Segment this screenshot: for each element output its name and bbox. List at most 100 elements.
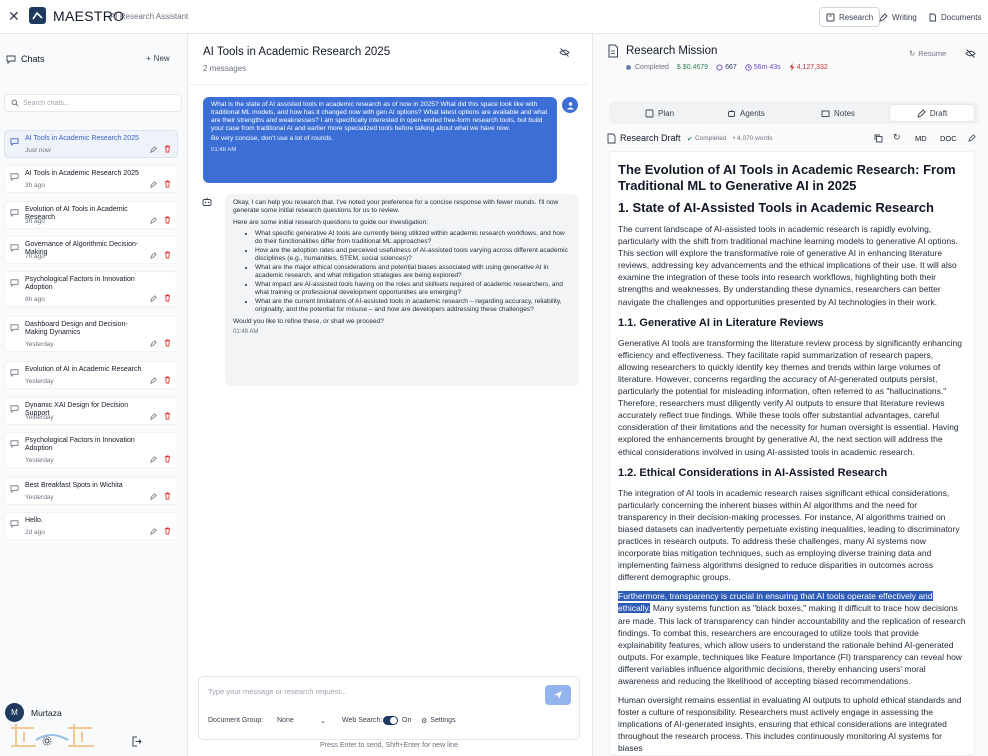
edit-icon[interactable]: [150, 456, 157, 463]
edit-draft-icon[interactable]: [968, 134, 976, 142]
chat-list-item[interactable]: AI Tools in Academic Research 2025 Just n…: [4, 130, 178, 158]
chat-item-time: 8h ago: [25, 296, 45, 303]
dollar-icon: $: [676, 63, 681, 71]
trash-icon[interactable]: [164, 294, 171, 302]
new-chat-button[interactable]: + New: [146, 54, 170, 63]
maestro-logo: [29, 7, 46, 24]
chat-list-item[interactable]: Evolution of AI Tools in Academic Resear…: [4, 201, 178, 229]
trash-icon[interactable]: [164, 180, 171, 188]
chat-list-item[interactable]: Evolution of AI in Academic Research Yest…: [4, 361, 178, 389]
eye-off-icon[interactable]: [559, 47, 570, 58]
chat-item-icon: [10, 440, 19, 448]
trash-icon[interactable]: [164, 412, 171, 420]
trash-icon[interactable]: [164, 492, 171, 500]
chats-heading-label: Chats: [21, 54, 45, 64]
refresh-draft-icon[interactable]: ↻: [893, 132, 901, 143]
edit-icon[interactable]: [150, 295, 157, 302]
tab-draft[interactable]: Draft: [889, 104, 975, 122]
chat-list-item[interactable]: Psychological Factors in Innovation Adop…: [4, 432, 178, 468]
chat-item-icon: [10, 405, 19, 413]
chat-item-time: 3h ago: [25, 182, 45, 189]
tab-agents[interactable]: Agents: [721, 104, 771, 122]
watermark-mark: [11, 724, 94, 747]
export-doc-button[interactable]: DOC: [940, 134, 957, 143]
assistant-message: Okay, I can help you research that. I've…: [225, 194, 579, 386]
chat-list-item[interactable]: Best Breakfast Spots in Wichita Yesterday: [4, 477, 178, 505]
export-md-button[interactable]: MD: [915, 134, 927, 143]
trash-icon[interactable]: [164, 251, 171, 259]
chat-item-title: Evolution of AI in Academic Research: [25, 366, 142, 373]
edit-icon[interactable]: [150, 493, 157, 500]
edit-icon[interactable]: [150, 217, 157, 224]
tab-documents[interactable]: Documents: [922, 7, 987, 27]
close-icon[interactable]: ✕: [8, 9, 22, 23]
tab-writing[interactable]: Writing: [873, 7, 923, 27]
tab-notes[interactable]: Notes: [815, 104, 861, 122]
edit-icon[interactable]: [150, 340, 157, 347]
notes-icon: [821, 110, 830, 117]
resume-label: Resume: [918, 49, 947, 58]
section-heading-1: 1. State of AI-Assisted Tools in Academi…: [618, 200, 934, 215]
logout-icon[interactable]: [131, 736, 142, 747]
paragraph-1: The current landscape of AI-assisted too…: [618, 224, 958, 307]
resume-button[interactable]: ↻ Resume: [909, 49, 946, 58]
chat-list-item[interactable]: Psychological Factors in Innovation Adop…: [4, 271, 178, 307]
chat-item-title: Psychological Factors in Innovation Adop…: [25, 437, 135, 452]
chat-list-item[interactable]: Dynamic XAI Design for Decision Support Y…: [4, 397, 178, 425]
send-button[interactable]: [545, 685, 571, 705]
web-search-label: Web Search:: [342, 717, 383, 724]
trash-icon[interactable]: [164, 455, 171, 463]
header-divider: [189, 84, 589, 85]
copy-icon[interactable]: [874, 134, 883, 143]
edit-icon[interactable]: [150, 181, 157, 188]
research-questions-list: What specific generative AI tools are cu…: [255, 230, 571, 314]
search-icon: [11, 99, 19, 107]
trash-icon[interactable]: [164, 339, 171, 347]
research-question: How are the adoption rates and perceived…: [255, 247, 571, 263]
edit-icon[interactable]: [150, 413, 157, 420]
mission-tokens: 4,127,332: [789, 63, 828, 71]
tab-plan[interactable]: Plan: [639, 104, 680, 122]
document-title: The Evolution of AI Tools in Academic Re…: [618, 162, 956, 193]
edit-icon[interactable]: [150, 146, 157, 153]
message-input[interactable]: [208, 687, 528, 696]
tab-research[interactable]: Research: [819, 7, 881, 27]
mission-tokens-value: 4,127,332: [796, 63, 828, 71]
draft-status: Completed: [695, 135, 727, 142]
mission-document-icon: [607, 44, 619, 58]
search-chats-input[interactable]: [23, 99, 173, 107]
mission-count: 667: [716, 64, 737, 71]
edit-icon[interactable]: [150, 252, 157, 259]
chevron-down-icon[interactable]: ⌄: [320, 717, 326, 725]
research-mission-panel: Research Mission Completed $ $0.4679 667 …: [592, 34, 988, 756]
refresh-icon: ↻: [909, 49, 916, 58]
chat-item-time: 7h ago: [25, 253, 45, 260]
chat-list-item[interactable]: Dashboard Design and Decision-Making Dyn…: [4, 316, 178, 352]
paragraph-5: Human oversight remains essential in eva…: [618, 695, 962, 754]
user-message-text-2: Be very concise, don't use a lot of roun…: [211, 135, 334, 142]
chat-item-time: Yesterday: [25, 414, 54, 421]
chat-item-time: 3h ago: [25, 218, 45, 225]
user-message-text: What is the state of AI assisted tools i…: [211, 101, 548, 132]
chat-item-icon: [10, 324, 19, 332]
research-question: What impact are AI-assisted tools having…: [255, 281, 571, 297]
chat-list-item[interactable]: AI Tools in Academic Research 2025 3h ago: [4, 165, 178, 193]
edit-icon[interactable]: [150, 377, 157, 384]
document-group-select[interactable]: None: [277, 717, 294, 724]
paragraph-4-rest: Many systems function as "black boxes," …: [618, 603, 966, 686]
gear-icon[interactable]: [42, 736, 52, 746]
chat-list-item[interactable]: Hello. 2d ago: [4, 512, 178, 540]
chat-list-item[interactable]: Governance of Algorithmic Decision-Makin…: [4, 236, 178, 264]
settings-button[interactable]: ⚙ Settings: [421, 717, 456, 725]
top-bar: ✕ MAESTRO AI Research Assistant Research…: [0, 0, 988, 34]
trash-icon[interactable]: [164, 527, 171, 535]
tab-research-label: Research: [839, 12, 874, 22]
trash-icon[interactable]: [164, 376, 171, 384]
edit-icon[interactable]: [150, 528, 157, 535]
trash-icon[interactable]: [164, 145, 171, 153]
message-composer: Document Group: None ⌄ Web Search: On ⚙ …: [198, 676, 580, 740]
assistant-closing: Would you like to refine these, or shall…: [233, 318, 384, 325]
panel-eye-off-icon[interactable]: [965, 48, 976, 59]
trash-icon[interactable]: [164, 216, 171, 224]
web-search-toggle[interactable]: [383, 716, 398, 725]
